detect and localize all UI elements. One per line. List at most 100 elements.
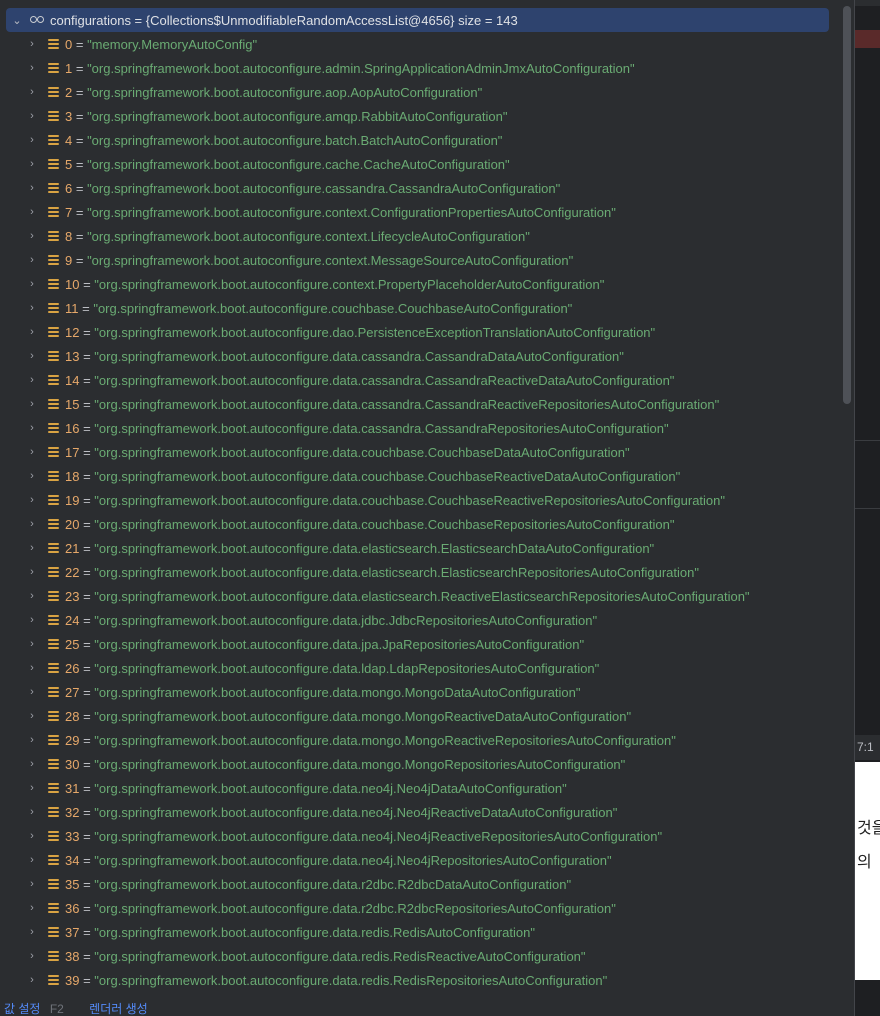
list-stack-icon [48, 782, 59, 794]
item-value: "org.springframework.boot.autoconfigure.… [94, 564, 699, 580]
chevron-right-icon[interactable]: › [26, 206, 38, 218]
chevron-right-icon[interactable]: › [26, 638, 38, 650]
tree-row[interactable]: › 23 = "org.springframework.boot.autoconf… [0, 584, 840, 608]
tree-row[interactable]: › 20 = "org.springframework.boot.autoconf… [0, 512, 840, 536]
tree-row[interactable]: › 29 = "org.springframework.boot.autoconf… [0, 728, 840, 752]
tree-row[interactable]: › 32 = "org.springframework.boot.autoconf… [0, 800, 840, 824]
chevron-right-icon[interactable]: › [26, 974, 38, 986]
tree-row[interactable]: › 37 = "org.springframework.boot.autoconf… [0, 920, 840, 944]
list-stack-icon [48, 182, 59, 194]
chevron-right-icon[interactable]: › [26, 446, 38, 458]
tree-row[interactable]: › 16 = "org.springframework.boot.autoconf… [0, 416, 840, 440]
chevron-right-icon[interactable]: › [26, 350, 38, 362]
chevron-right-icon[interactable]: › [26, 950, 38, 962]
item-value: "org.springframework.boot.autoconfigure.… [94, 900, 616, 916]
tree-row[interactable]: › 3 = "org.springframework.boot.autoconfi… [0, 104, 840, 128]
chevron-right-icon[interactable]: › [26, 374, 38, 386]
tree-row[interactable]: › 6 = "org.springframework.boot.autoconfi… [0, 176, 840, 200]
tree-row[interactable]: › 0 = "memory.MemoryAutoConfig" [0, 32, 840, 56]
tree-row[interactable]: › 22 = "org.springframework.boot.autoconf… [0, 560, 840, 584]
chevron-right-icon[interactable]: › [26, 782, 38, 794]
tree-row[interactable]: › 25 = "org.springframework.boot.autoconf… [0, 632, 840, 656]
item-value: "org.springframework.boot.autoconfigure.… [94, 588, 750, 604]
chevron-right-icon[interactable]: › [26, 302, 38, 314]
tree-row[interactable]: › 36 = "org.springframework.boot.autoconf… [0, 896, 840, 920]
tree-row[interactable]: › 8 = "org.springframework.boot.autoconfi… [0, 224, 840, 248]
chevron-right-icon[interactable]: › [26, 806, 38, 818]
item-value: "org.springframework.boot.autoconfigure.… [94, 660, 600, 676]
chevron-right-icon[interactable]: › [26, 278, 38, 290]
chevron-right-icon[interactable]: › [26, 686, 38, 698]
set-value-link[interactable]: 값 설정 [4, 1002, 40, 1016]
tree-row[interactable]: › 1 = "org.springframework.boot.autoconfi… [0, 56, 840, 80]
tree-row[interactable]: › 38 = "org.springframework.boot.autoconf… [0, 944, 840, 968]
chevron-down-icon[interactable]: ⌄ [10, 14, 24, 27]
chevron-right-icon[interactable]: › [26, 398, 38, 410]
chevron-right-icon[interactable]: › [26, 110, 38, 122]
tree-row[interactable]: › 30 = "org.springframework.boot.autoconf… [0, 752, 840, 776]
tree-row[interactable]: › 11 = "org.springframework.boot.autoconf… [0, 296, 840, 320]
tree-row[interactable]: › 12 = "org.springframework.boot.autoconf… [0, 320, 840, 344]
tree-row[interactable]: › 26 = "org.springframework.boot.autoconf… [0, 656, 840, 680]
tree-row[interactable]: › 35 = "org.springframework.boot.autoconf… [0, 872, 840, 896]
tree-row[interactable]: › 13 = "org.springframework.boot.autoconf… [0, 344, 840, 368]
chevron-right-icon[interactable]: › [26, 758, 38, 770]
chevron-right-icon[interactable]: › [26, 470, 38, 482]
tree-row[interactable]: › 2 = "org.springframework.boot.autoconfi… [0, 80, 840, 104]
chevron-right-icon[interactable]: › [26, 614, 38, 626]
item-value: "org.springframework.boot.autoconfigure.… [94, 492, 726, 508]
chevron-right-icon[interactable]: › [26, 566, 38, 578]
tree-row[interactable]: › 33 = "org.springframework.boot.autoconf… [0, 824, 840, 848]
tree-row[interactable]: › 17 = "org.springframework.boot.autoconf… [0, 440, 840, 464]
list-stack-icon [48, 854, 59, 866]
chevron-right-icon[interactable]: › [26, 422, 38, 434]
chevron-right-icon[interactable]: › [26, 494, 38, 506]
chevron-right-icon[interactable]: › [26, 38, 38, 50]
chevron-right-icon[interactable]: › [26, 326, 38, 338]
tree-row[interactable]: › 14 = "org.springframework.boot.autoconf… [0, 368, 840, 392]
tree-row[interactable]: › 24 = "org.springframework.boot.autoconf… [0, 608, 840, 632]
chevron-right-icon[interactable]: › [26, 542, 38, 554]
tree-row[interactable]: › 27 = "org.springframework.boot.autoconf… [0, 680, 840, 704]
tree-row[interactable]: › 10 = "org.springframework.boot.autoconf… [0, 272, 840, 296]
chevron-right-icon[interactable]: › [26, 662, 38, 674]
chevron-right-icon[interactable]: › [26, 734, 38, 746]
chevron-right-icon[interactable]: › [26, 134, 38, 146]
chevron-right-icon[interactable]: › [26, 86, 38, 98]
item-index: 18 [65, 468, 80, 484]
item-index: 28 [65, 708, 80, 724]
chevron-right-icon[interactable]: › [26, 710, 38, 722]
equals-sign: = [79, 780, 95, 796]
chevron-right-icon[interactable]: › [26, 830, 38, 842]
tree-row[interactable]: › 28 = "org.springframework.boot.autoconf… [0, 704, 840, 728]
tree-row[interactable]: › 15 = "org.springframework.boot.autoconf… [0, 392, 840, 416]
chevron-right-icon[interactable]: › [26, 902, 38, 914]
chevron-right-icon[interactable]: › [26, 182, 38, 194]
chevron-right-icon[interactable]: › [26, 62, 38, 74]
chevron-right-icon[interactable]: › [26, 230, 38, 242]
create-renderer-link[interactable]: 렌더러 생성 [89, 1002, 148, 1016]
tree-root-configurations[interactable]: ⌄ configurations = {Collections$Unmodifi… [6, 8, 829, 32]
tree-row[interactable]: › 34 = "org.springframework.boot.autoconf… [0, 848, 840, 872]
chevron-right-icon[interactable]: › [26, 926, 38, 938]
chevron-right-icon[interactable]: › [26, 518, 38, 530]
chevron-right-icon[interactable]: › [26, 854, 38, 866]
tree-row[interactable]: › 5 = "org.springframework.boot.autoconfi… [0, 152, 840, 176]
tree-row[interactable]: › 31 = "org.springframework.boot.autoconf… [0, 776, 840, 800]
tree-row[interactable]: › 19 = "org.springframework.boot.autoconf… [0, 488, 840, 512]
item-value: "org.springframework.boot.autoconfigure.… [94, 852, 612, 868]
tree-row[interactable]: › 21 = "org.springframework.boot.autoconf… [0, 536, 840, 560]
chevron-right-icon[interactable]: › [26, 878, 38, 890]
tree-row[interactable]: › 18 = "org.springframework.boot.autoconf… [0, 464, 840, 488]
tree-row[interactable]: › 39 = "org.springframework.boot.autoconf… [0, 968, 840, 992]
tree-row[interactable]: › 7 = "org.springframework.boot.autoconfi… [0, 200, 840, 224]
vertical-scrollbar[interactable] [843, 6, 851, 404]
chevron-right-icon[interactable]: › [26, 254, 38, 266]
tree-row[interactable]: › 9 = "org.springframework.boot.autoconfi… [0, 248, 840, 272]
tree-row[interactable]: › 4 = "org.springframework.boot.autoconfi… [0, 128, 840, 152]
tree-children: › 0 = "memory.MemoryAutoConfig" › 1 = "org.… [0, 32, 840, 992]
chevron-right-icon[interactable]: › [26, 158, 38, 170]
equals-sign: = [79, 372, 95, 388]
list-stack-icon [48, 374, 59, 386]
chevron-right-icon[interactable]: › [26, 590, 38, 602]
